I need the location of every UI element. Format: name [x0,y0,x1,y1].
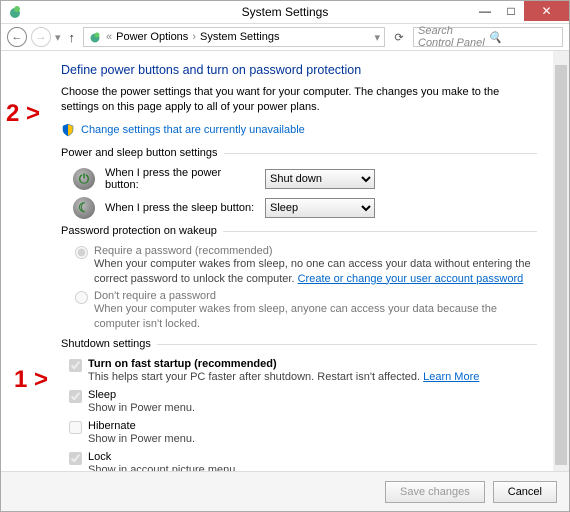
close-button[interactable]: ✕ [524,1,569,21]
sleep-icon: ☾ [73,197,95,219]
fast-startup-title: Turn on fast startup (recommended) [88,358,537,370]
page-description: Choose the power settings that you want … [61,85,537,115]
power-button-select[interactable]: Shut down [265,169,375,189]
chevron-icon: « [106,31,112,43]
sleep-title: Sleep [88,389,537,401]
nav-bar: ← → ▾ ↑ « Power Options › System Setting… [1,23,569,51]
search-placeholder: Search Control Panel [418,25,488,49]
require-password-radio [75,246,88,259]
hibernate-checkbox [69,421,82,434]
section-shutdown-heading: Shutdown settings [61,338,537,350]
annotation-1: 1 > [14,366,48,394]
sleep-desc: Show in Power menu. [88,401,537,416]
section-buttons-heading: Power and sleep button settings [61,147,537,159]
breadcrumb-seg-2[interactable]: System Settings [200,31,279,43]
breadcrumb[interactable]: « Power Options › System Settings ▾ [83,27,385,47]
require-password-title: Require a password (recommended) [94,245,537,257]
footer: Save changes Cancel [1,471,569,511]
app-icon [7,4,23,20]
shield-icon [61,123,75,137]
no-password-radio [75,291,88,304]
power-button-label: When I press the power button: [105,167,255,191]
recent-dropdown-icon[interactable]: ▾ [55,31,61,44]
sleep-button-label: When I press the sleep button: [105,202,255,214]
hibernate-desc: Show in Power menu. [88,432,537,447]
fast-startup-checkbox [69,359,82,372]
create-password-link[interactable]: Create or change your user account passw… [298,273,524,285]
breadcrumb-seg-1[interactable]: Power Options [116,31,188,43]
lock-desc: Show in account picture menu. [88,463,537,471]
section-password-heading: Password protection on wakeup [61,225,537,237]
breadcrumb-icon [88,30,102,44]
admin-change-link[interactable]: Change settings that are currently unava… [81,124,305,136]
breadcrumb-dropdown-icon[interactable]: ▾ [374,31,380,44]
maximize-button[interactable]: □ [498,1,524,21]
learn-more-link[interactable]: Learn More [423,371,479,383]
require-password-desc: When your computer wakes from sleep, no … [94,257,537,287]
fast-startup-desc: This helps start your PC faster after sh… [88,370,537,385]
vertical-scrollbar[interactable] [553,51,569,471]
annotation-2: 2 > [6,100,40,128]
chevron-right-icon: › [192,31,196,43]
minimize-button[interactable]: — [472,1,498,21]
window-frame: System Settings — □ ✕ ← → ▾ ↑ « Power Op… [0,0,570,512]
window-title: System Settings [242,5,329,19]
page-heading: Define power buttons and turn on passwor… [61,63,537,77]
back-button[interactable]: ← [7,27,27,47]
forward-button[interactable]: → [31,27,51,47]
power-icon: ⏻ [73,168,95,190]
refresh-button[interactable]: ⟳ [389,27,409,47]
content-area: Define power buttons and turn on passwor… [1,51,553,471]
sleep-button-select[interactable]: Sleep [265,198,375,218]
hibernate-title: Hibernate [88,420,537,432]
sleep-checkbox [69,390,82,403]
no-password-title: Don't require a password [94,290,537,302]
save-button: Save changes [385,481,485,503]
scrollbar-thumb[interactable] [555,65,567,465]
titlebar: System Settings — □ ✕ [1,1,569,23]
search-input[interactable]: Search Control Panel 🔍 [413,27,563,47]
no-password-desc: When your computer wakes from sleep, any… [94,302,537,332]
lock-title: Lock [88,451,537,463]
search-icon[interactable]: 🔍 [488,31,558,44]
up-button[interactable]: ↑ [65,30,80,45]
lock-checkbox [69,452,82,465]
cancel-button[interactable]: Cancel [493,481,557,503]
